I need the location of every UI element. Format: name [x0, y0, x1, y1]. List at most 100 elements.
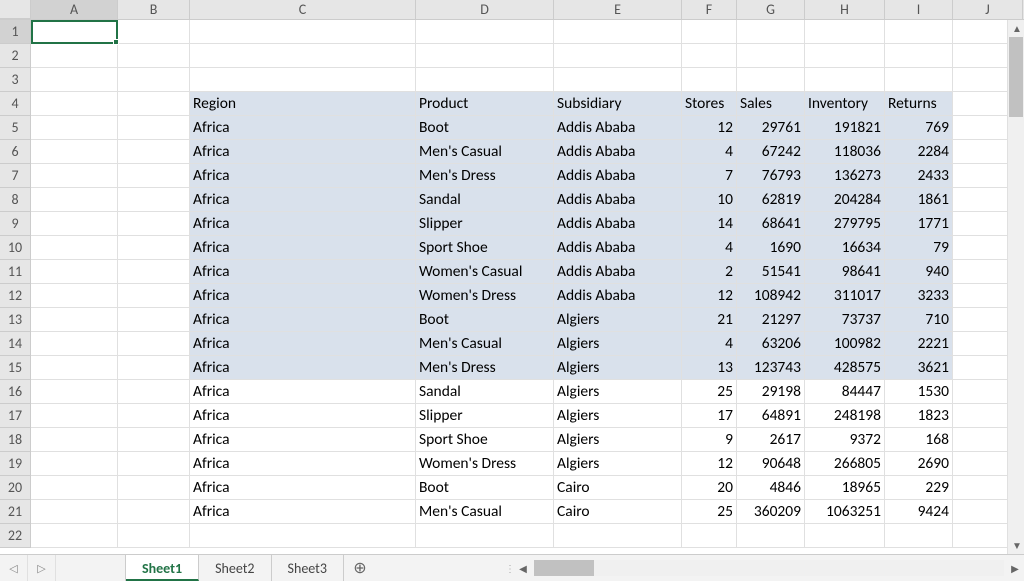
- cell[interactable]: Sport Shoe: [416, 236, 554, 260]
- sheet-tab-1[interactable]: Sheet1: [126, 555, 199, 581]
- cell[interactable]: Sandal: [416, 188, 554, 212]
- cell[interactable]: Africa: [190, 164, 416, 188]
- cell[interactable]: [31, 404, 118, 428]
- cell[interactable]: [190, 20, 416, 44]
- cell[interactable]: [31, 140, 118, 164]
- cell[interactable]: 9424: [885, 500, 953, 524]
- cell[interactable]: 25: [682, 500, 737, 524]
- spreadsheet-grid[interactable]: A B C D E F G H I J 1234RegionProductSub…: [0, 0, 1024, 548]
- col-header-E[interactable]: E: [554, 0, 682, 19]
- cell[interactable]: Sport Shoe: [416, 428, 554, 452]
- cell[interactable]: [31, 212, 118, 236]
- cell[interactable]: 204284: [805, 188, 885, 212]
- cell[interactable]: [118, 500, 190, 524]
- vertical-scrollbar[interactable]: ▲ ▼: [1007, 20, 1024, 554]
- row-header[interactable]: 8: [0, 188, 31, 212]
- cell[interactable]: [554, 524, 682, 548]
- cell[interactable]: [885, 44, 953, 68]
- cell[interactable]: 2284: [885, 140, 953, 164]
- cell[interactable]: 1823: [885, 404, 953, 428]
- row-header[interactable]: 16: [0, 380, 31, 404]
- cell[interactable]: [682, 68, 737, 92]
- row-header[interactable]: 6: [0, 140, 31, 164]
- cell[interactable]: Algiers: [554, 404, 682, 428]
- cell[interactable]: Algiers: [554, 452, 682, 476]
- cell[interactable]: 2690: [885, 452, 953, 476]
- sheet-tab-2[interactable]: Sheet2: [199, 555, 271, 581]
- cell[interactable]: [31, 260, 118, 284]
- cell[interactable]: 2: [682, 260, 737, 284]
- cell[interactable]: Africa: [190, 284, 416, 308]
- cell[interactable]: 29198: [737, 380, 805, 404]
- cell[interactable]: 12: [682, 452, 737, 476]
- cell[interactable]: [118, 20, 190, 44]
- cell[interactable]: [118, 452, 190, 476]
- cell[interactable]: 98641: [805, 260, 885, 284]
- cell[interactable]: [737, 44, 805, 68]
- cell[interactable]: [118, 404, 190, 428]
- cell[interactable]: [31, 476, 118, 500]
- cell[interactable]: Addis Ababa: [554, 212, 682, 236]
- cell[interactable]: 20: [682, 476, 737, 500]
- cell[interactable]: [118, 356, 190, 380]
- cell[interactable]: [31, 20, 118, 44]
- cell[interactable]: [416, 68, 554, 92]
- cell[interactable]: 100982: [805, 332, 885, 356]
- cell[interactable]: 168: [885, 428, 953, 452]
- cell[interactable]: 68641: [737, 212, 805, 236]
- scroll-down-icon[interactable]: ▼: [1008, 537, 1024, 554]
- cell[interactable]: [118, 140, 190, 164]
- cell[interactable]: 279795: [805, 212, 885, 236]
- cell[interactable]: 4846: [737, 476, 805, 500]
- cell[interactable]: 1063251: [805, 500, 885, 524]
- cell[interactable]: [118, 284, 190, 308]
- cell[interactable]: [554, 44, 682, 68]
- cell[interactable]: [31, 380, 118, 404]
- cell[interactable]: [805, 524, 885, 548]
- cell[interactable]: 2433: [885, 164, 953, 188]
- col-header-B[interactable]: B: [118, 0, 190, 19]
- cell[interactable]: 710: [885, 308, 953, 332]
- cell[interactable]: 136273: [805, 164, 885, 188]
- cell[interactable]: Africa: [190, 452, 416, 476]
- cell[interactable]: Slipper: [416, 212, 554, 236]
- new-sheet-button[interactable]: ⊕: [344, 555, 376, 581]
- cell[interactable]: [118, 380, 190, 404]
- cell[interactable]: 17: [682, 404, 737, 428]
- cell[interactable]: [118, 476, 190, 500]
- cell[interactable]: 10: [682, 188, 737, 212]
- cell[interactable]: [416, 44, 554, 68]
- cell[interactable]: Africa: [190, 356, 416, 380]
- cell[interactable]: Sales: [737, 92, 805, 116]
- cell[interactable]: Africa: [190, 476, 416, 500]
- cell[interactable]: [31, 92, 118, 116]
- cell[interactable]: Africa: [190, 116, 416, 140]
- cell[interactable]: [31, 188, 118, 212]
- cell[interactable]: Algiers: [554, 332, 682, 356]
- cell[interactable]: Inventory: [805, 92, 885, 116]
- cell[interactable]: [190, 44, 416, 68]
- cell[interactable]: 191821: [805, 116, 885, 140]
- cell[interactable]: Cairo: [554, 500, 682, 524]
- cell[interactable]: 18965: [805, 476, 885, 500]
- cell[interactable]: [554, 68, 682, 92]
- cell[interactable]: Addis Ababa: [554, 164, 682, 188]
- cell[interactable]: 21: [682, 308, 737, 332]
- cell[interactable]: [118, 212, 190, 236]
- cell[interactable]: [118, 236, 190, 260]
- cell[interactable]: 4: [682, 140, 737, 164]
- cell[interactable]: 12: [682, 284, 737, 308]
- cell[interactable]: [118, 524, 190, 548]
- cell[interactable]: 9372: [805, 428, 885, 452]
- col-header-F[interactable]: F: [682, 0, 737, 19]
- cell[interactable]: Women's Dress: [416, 284, 554, 308]
- tab-nav-left-icon[interactable]: ◁: [0, 555, 28, 581]
- cell[interactable]: Africa: [190, 212, 416, 236]
- cell[interactable]: Subsidiary: [554, 92, 682, 116]
- col-header-A[interactable]: A: [31, 0, 118, 19]
- cell[interactable]: [31, 500, 118, 524]
- cell[interactable]: Africa: [190, 188, 416, 212]
- cell[interactable]: 248198: [805, 404, 885, 428]
- cell[interactable]: 7: [682, 164, 737, 188]
- cell[interactable]: Addis Ababa: [554, 284, 682, 308]
